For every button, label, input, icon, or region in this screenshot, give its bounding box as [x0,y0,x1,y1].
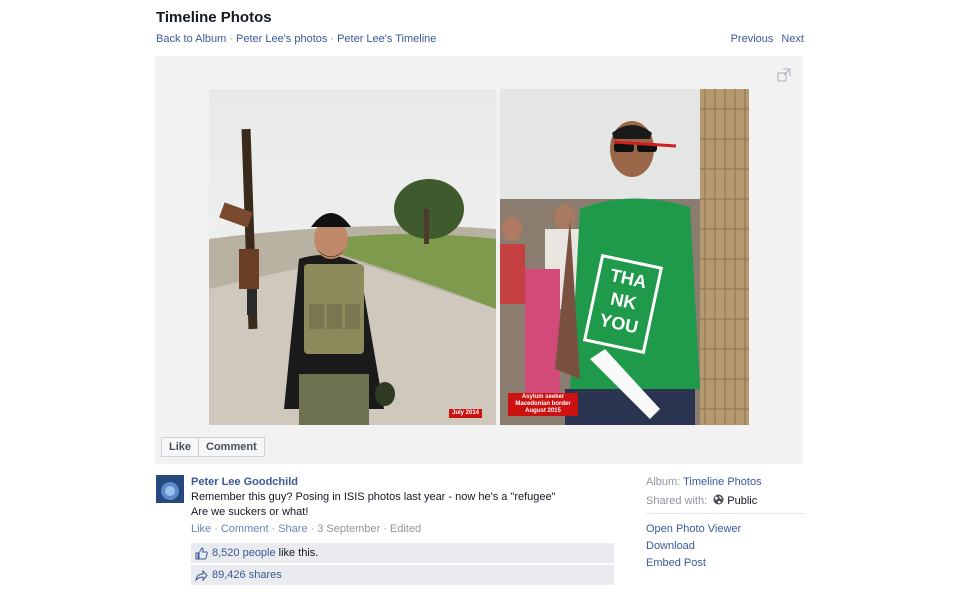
post-text: Remember this guy? Posing in ISIS photos… [191,490,611,520]
post-author-link[interactable]: Peter Lee Goodchild [191,476,298,488]
back-to-album-link[interactable]: Back to Album [156,33,226,45]
post-text-line: Are we suckers or what! [191,506,309,518]
meta-separator: · [271,523,276,535]
edited-label[interactable]: Edited [390,523,421,535]
thumbs-up-icon [195,546,208,559]
likes-suffix: like this. [278,547,319,559]
caption-line: August 2015 [525,408,561,414]
embed-post-link[interactable]: Embed Post [646,557,804,569]
breadcrumb: Back to Album · Peter Lee's photos · Peter L… [156,33,436,45]
photo-sidebar: Album: Timeline Photos Shared with: Publ… [646,476,804,574]
shares-count-link[interactable]: 89,426 shares [212,569,282,581]
meta-separator: · [310,523,315,535]
post-comment-link[interactable]: Comment [221,523,269,535]
like-button[interactable]: Like [161,437,200,457]
avatar-image [156,475,184,503]
caption-line: Macedonian border [515,401,571,407]
page-title: Timeline Photos [156,9,272,26]
sidebar-divider [646,513,804,514]
shares-row: 89,426 shares [191,565,614,585]
soldier-photo [209,89,496,425]
meta-separator: · [383,523,387,535]
post-meta: Like · Comment · Share · 3 September · Edited [191,523,421,535]
likes-row: 8,520 people like this. [191,543,614,563]
photo-right-panel[interactable]: THA NK YOU Asylum seeker Macedonian bord… [500,89,749,425]
breadcrumb-separator: · [330,33,335,45]
photo-action-bar: Like Comment [161,437,265,457]
avatar[interactable] [156,475,184,503]
share-arrow-icon [195,569,208,581]
globe-icon [713,494,724,505]
previous-link[interactable]: Previous [731,33,774,45]
caption-line: Asylum seeker [521,394,565,400]
next-link[interactable]: Next [781,33,804,45]
owner-timeline-link[interactable]: Peter Lee's Timeline [337,33,436,45]
photo-pager: Previous Next [723,33,804,45]
download-link[interactable]: Download [646,540,804,552]
photo-stage: July 2014 THA NK YOU Asylum seeker Maced… [155,56,803,464]
breadcrumb-separator: · [229,33,233,45]
album-link[interactable]: Timeline Photos [683,476,761,488]
refugee-photo: THA NK YOU [500,89,749,425]
post-like-link[interactable]: Like [191,523,211,535]
owner-photos-link[interactable]: Peter Lee's photos [236,33,327,45]
asylum-caption: Asylum seeker Macedonian border August 2… [508,393,578,416]
post-date[interactable]: 3 September [317,523,380,535]
post-share-link[interactable]: Share [278,523,307,535]
album-label: Album: [646,476,681,488]
expand-icon[interactable] [777,68,791,82]
date-caption: July 2014 [449,409,483,418]
likes-count-link[interactable]: 8,520 people [212,547,276,559]
meta-separator: · [214,523,218,535]
open-photo-viewer-link[interactable]: Open Photo Viewer [646,523,804,535]
privacy-row: Shared with: Public [646,494,804,507]
comment-button[interactable]: Comment [199,437,265,457]
photo-left-panel[interactable]: July 2014 [209,89,496,425]
shared-with-label: Shared with: [646,495,708,507]
post-text-line: Remember this guy? Posing in ISIS photos… [191,491,556,503]
album-row: Album: Timeline Photos [646,476,804,488]
privacy-value[interactable]: Public [727,495,757,507]
post-stats: 8,520 people like this. 89,426 shares [191,543,614,587]
